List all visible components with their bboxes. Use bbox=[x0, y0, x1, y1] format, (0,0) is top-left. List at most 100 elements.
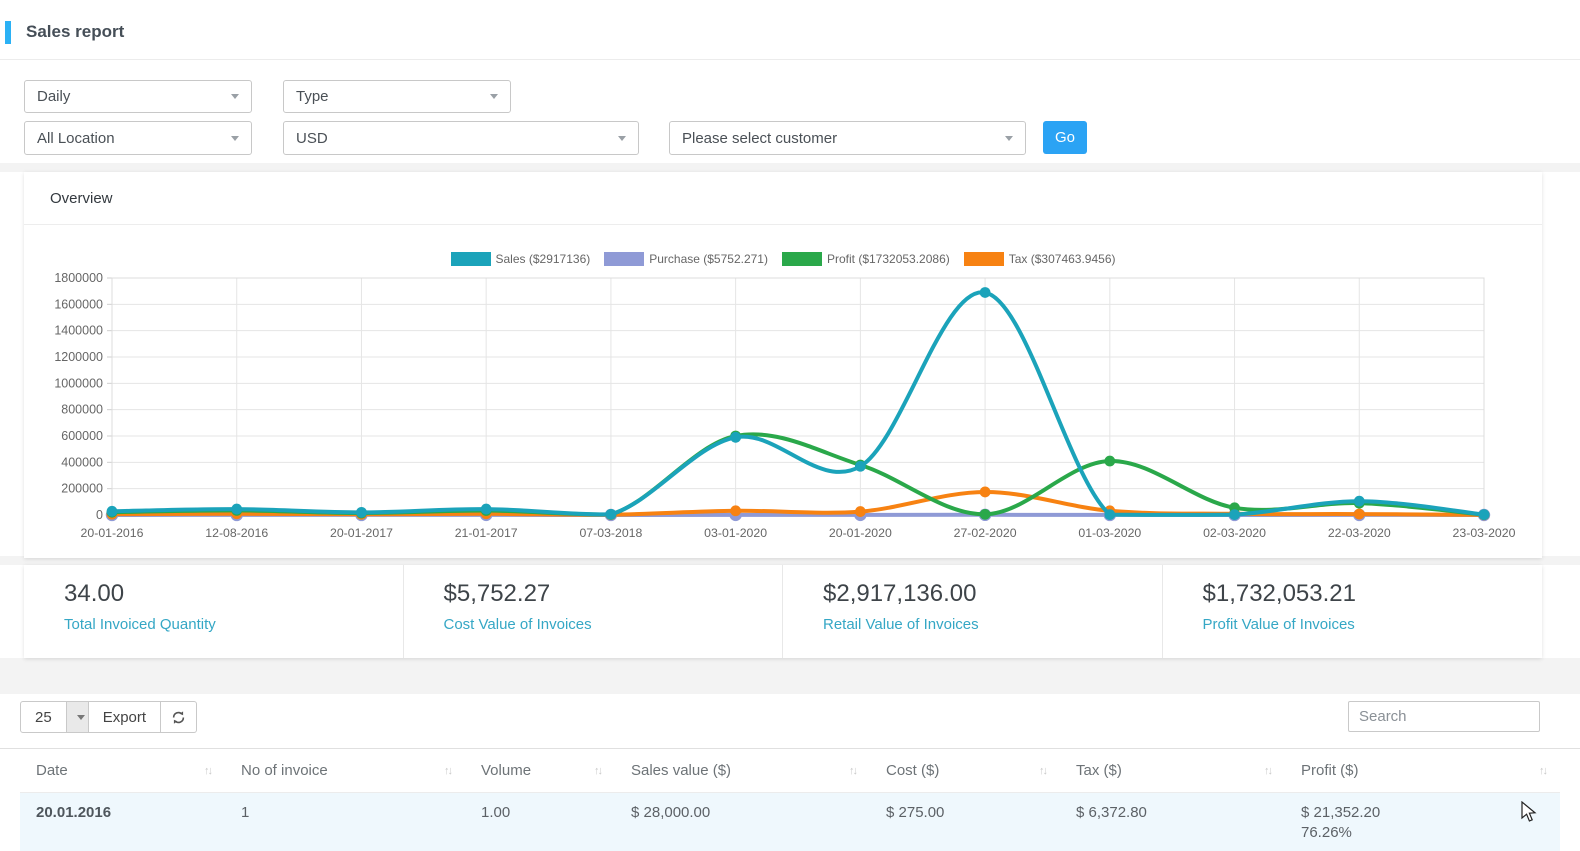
chart-point-profit[interactable] bbox=[980, 509, 991, 520]
x-axis-label: 03-01-2020 bbox=[704, 526, 767, 540]
cell-value: $ 28,000.00 bbox=[631, 803, 856, 823]
column-header-sales-value[interactable]: Sales value ($)↑↓ bbox=[615, 749, 870, 792]
chart-line-profit bbox=[112, 434, 1484, 514]
sort-icon: ↑↓ bbox=[444, 765, 451, 777]
page-title: Sales report bbox=[26, 22, 124, 42]
chart-point-profit[interactable] bbox=[1104, 456, 1115, 467]
x-axis-label: 02-03-2020 bbox=[1203, 526, 1266, 540]
chart-point-sales[interactable] bbox=[1479, 509, 1490, 520]
x-axis-label: 20-01-2020 bbox=[829, 526, 892, 540]
sales-line-chart: 0200000400000600000800000100000012000001… bbox=[24, 232, 1542, 552]
column-header-date[interactable]: Date↑↓ bbox=[20, 749, 225, 792]
y-axis-label: 200000 bbox=[61, 482, 103, 496]
sort-icon: ↑↓ bbox=[1039, 765, 1046, 777]
chart-point-sales[interactable] bbox=[1354, 496, 1365, 507]
export-button[interactable]: Export bbox=[89, 701, 161, 733]
go-button[interactable]: Go bbox=[1043, 121, 1087, 154]
chart-point-sales[interactable] bbox=[356, 507, 367, 518]
summary-total-invoiced-quantity: 34.00 Total Invoiced Quantity bbox=[24, 565, 404, 658]
chart-point-tax[interactable] bbox=[855, 506, 866, 517]
sort-icon: ↑↓ bbox=[849, 765, 856, 777]
overview-divider bbox=[24, 224, 1542, 225]
y-axis-label: 1800000 bbox=[54, 271, 103, 285]
summary-label: Cost Value of Invoices bbox=[444, 616, 783, 633]
title-accent-bar bbox=[5, 21, 11, 44]
sort-icon: ↑↓ bbox=[1264, 765, 1271, 777]
chevron-down-icon bbox=[231, 136, 239, 141]
column-label: No of invoice bbox=[241, 762, 328, 779]
currency-select[interactable]: USD bbox=[283, 121, 639, 155]
x-axis-label: 22-03-2020 bbox=[1328, 526, 1391, 540]
chart-point-sales[interactable] bbox=[231, 504, 242, 515]
type-select-value: Type bbox=[296, 88, 482, 105]
cell-cost: $ 275.00 bbox=[870, 793, 1060, 851]
column-label: Profit ($) bbox=[1301, 762, 1359, 779]
cell-profit: $ 21,352.2076.26% bbox=[1285, 793, 1560, 851]
column-label: Tax ($) bbox=[1076, 762, 1122, 779]
column-header-volume[interactable]: Volume↑↓ bbox=[465, 749, 615, 792]
overview-card: Overview Sales ($2917136)Purchase ($5752… bbox=[24, 172, 1542, 558]
chart-point-sales[interactable] bbox=[107, 506, 118, 517]
column-header-tax[interactable]: Tax ($) ↑↓ bbox=[1060, 749, 1285, 792]
sort-icon: ↑↓ bbox=[1539, 765, 1546, 777]
chart-point-sales[interactable] bbox=[606, 509, 617, 520]
chart-line-sales bbox=[112, 292, 1484, 515]
column-header-profit[interactable]: Profit ($) ↑↓ bbox=[1285, 749, 1560, 792]
chart-point-sales[interactable] bbox=[855, 461, 866, 472]
summary-label: Total Invoiced Quantity bbox=[64, 616, 403, 633]
y-axis-label: 800000 bbox=[61, 403, 103, 417]
overview-title: Overview bbox=[50, 190, 113, 207]
chart-point-sales[interactable] bbox=[1229, 509, 1240, 520]
chevron-down-icon bbox=[66, 702, 88, 732]
period-select[interactable]: Daily bbox=[24, 80, 252, 113]
header-divider bbox=[0, 59, 1580, 60]
summary-cost-value-of-invoices: $5,752.27Cost Value of Invoices bbox=[404, 565, 784, 658]
plot-border bbox=[112, 278, 1484, 515]
search-input[interactable] bbox=[1348, 701, 1540, 732]
cell-volume: 1.00 bbox=[465, 793, 615, 851]
period-select-value: Daily bbox=[37, 88, 223, 105]
sort-icon: ↑↓ bbox=[594, 765, 601, 777]
chevron-down-icon bbox=[1005, 136, 1013, 141]
chart-point-sales[interactable] bbox=[980, 287, 991, 298]
chevron-down-icon bbox=[618, 136, 626, 141]
cell-value: 1.00 bbox=[481, 803, 601, 823]
x-axis-label: 01-03-2020 bbox=[1078, 526, 1141, 540]
page-size-select[interactable]: 25 bbox=[20, 701, 89, 733]
summary-retail-value-of-invoices: $2,917,136.00Retail Value of Invoices bbox=[783, 565, 1163, 658]
y-axis-label: 400000 bbox=[61, 455, 103, 469]
cell-value: $ 275.00 bbox=[886, 803, 1046, 823]
sort-icon: ↑↓ bbox=[204, 765, 211, 777]
chart-point-tax[interactable] bbox=[730, 505, 741, 516]
table-row[interactable]: 20.01.201611.00$ 28,000.00$ 275.00$ 6,37… bbox=[20, 793, 1560, 851]
location-select[interactable]: All Location bbox=[24, 121, 252, 155]
chart-point-tax[interactable] bbox=[980, 487, 991, 498]
x-axis-label: 20-01-2016 bbox=[81, 526, 144, 540]
summary-card: 34.00 Total Invoiced Quantity$5,752.27Cos… bbox=[24, 565, 1542, 658]
refresh-button[interactable] bbox=[161, 701, 197, 733]
customer-select[interactable]: Please select customer bbox=[669, 121, 1026, 155]
column-label: Cost ($) bbox=[886, 762, 939, 779]
chart-point-sales[interactable] bbox=[730, 432, 741, 443]
summary-value: $2,917,136.00 bbox=[823, 580, 1162, 608]
chart-point-sales[interactable] bbox=[481, 504, 492, 515]
y-axis-label: 1200000 bbox=[54, 350, 103, 364]
type-select[interactable]: Type bbox=[283, 80, 511, 113]
cell-value: $ 6,372.80 bbox=[1076, 803, 1271, 823]
section-gap bbox=[0, 658, 1580, 694]
x-axis-label: 21-01-2017 bbox=[455, 526, 518, 540]
chart-point-sales[interactable] bbox=[1104, 509, 1115, 520]
summary-value: 34.00 bbox=[64, 580, 403, 608]
column-header-no-of-invoice[interactable]: No of invoice ↑↓ bbox=[225, 749, 465, 792]
chart-point-tax[interactable] bbox=[1354, 509, 1365, 520]
currency-select-value: USD bbox=[296, 130, 610, 147]
column-header-cost[interactable]: Cost ($) ↑↓ bbox=[870, 749, 1060, 792]
section-gap bbox=[0, 163, 1580, 172]
x-axis-label: 07-03-2018 bbox=[579, 526, 642, 540]
x-axis-label: 23-03-2020 bbox=[1453, 526, 1516, 540]
cell-value: 1 bbox=[241, 803, 451, 823]
page-size-value: 25 bbox=[21, 702, 66, 732]
y-axis-label: 0 bbox=[96, 508, 103, 522]
y-axis-label: 1400000 bbox=[54, 324, 103, 338]
table-controls: 25 Export bbox=[20, 701, 197, 733]
